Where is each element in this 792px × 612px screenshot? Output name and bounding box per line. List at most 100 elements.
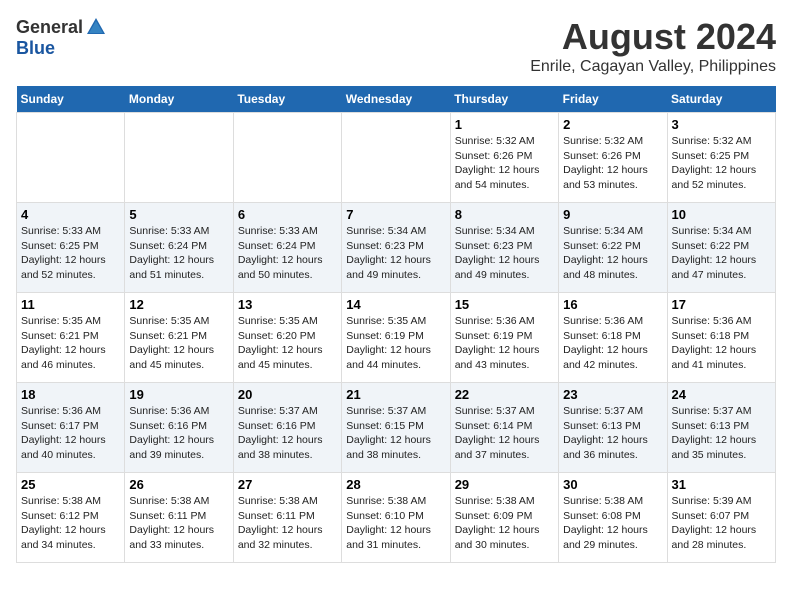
calendar-cell: 31Sunrise: 5:39 AM Sunset: 6:07 PM Dayli… bbox=[667, 473, 775, 563]
day-number: 16 bbox=[563, 297, 662, 312]
week-row-1: 1 Sunrise: 5:32 AM Sunset: 6:26 PM Daylig… bbox=[17, 113, 776, 203]
day-info: Sunrise: 5:38 AM Sunset: 6:11 PM Dayligh… bbox=[129, 494, 228, 553]
day-info: Sunrise: 5:36 AM Sunset: 6:18 PM Dayligh… bbox=[563, 314, 662, 373]
day-header-monday: Monday bbox=[125, 86, 233, 113]
day-number: 20 bbox=[238, 387, 337, 402]
day-info: Sunrise: 5:38 AM Sunset: 6:08 PM Dayligh… bbox=[563, 494, 662, 553]
day-info: Sunrise: 5:37 AM Sunset: 6:16 PM Dayligh… bbox=[238, 404, 337, 463]
calendar-cell: 27 Sunrise: 5:38 AM Sunset: 6:11 PM Dayli… bbox=[233, 473, 341, 563]
calendar-cell: 19 Sunrise: 5:36 AM Sunset: 6:16 PM Dayli… bbox=[125, 383, 233, 473]
day-number: 11 bbox=[21, 297, 120, 312]
calendar-cell bbox=[125, 113, 233, 203]
day-number: 17 bbox=[672, 297, 771, 312]
calendar-cell: 3 Sunrise: 5:32 AM Sunset: 6:25 PM Daylig… bbox=[667, 113, 775, 203]
calendar-cell: 10Sunrise: 5:34 AM Sunset: 6:22 PM Dayli… bbox=[667, 203, 775, 293]
day-number: 6 bbox=[238, 207, 337, 222]
calendar-cell: 7 Sunrise: 5:34 AM Sunset: 6:23 PM Daylig… bbox=[342, 203, 450, 293]
calendar-cell: 22Sunrise: 5:37 AM Sunset: 6:14 PM Dayli… bbox=[450, 383, 558, 473]
calendar-cell: 4 Sunrise: 5:33 AM Sunset: 6:25 PM Daylig… bbox=[17, 203, 125, 293]
calendar-cell: 20 Sunrise: 5:37 AM Sunset: 6:16 PM Dayli… bbox=[233, 383, 341, 473]
calendar-cell: 24Sunrise: 5:37 AM Sunset: 6:13 PM Dayli… bbox=[667, 383, 775, 473]
day-info: Sunrise: 5:38 AM Sunset: 6:10 PM Dayligh… bbox=[346, 494, 445, 553]
day-info: Sunrise: 5:37 AM Sunset: 6:13 PM Dayligh… bbox=[672, 404, 771, 463]
day-number: 7 bbox=[346, 207, 445, 222]
calendar-cell: 2 Sunrise: 5:32 AM Sunset: 6:26 PM Daylig… bbox=[559, 113, 667, 203]
logo-blue-text: Blue bbox=[16, 38, 55, 59]
day-number: 15 bbox=[455, 297, 554, 312]
calendar-cell: 18Sunrise: 5:36 AM Sunset: 6:17 PM Dayli… bbox=[17, 383, 125, 473]
day-header-sunday: Sunday bbox=[17, 86, 125, 113]
day-info: Sunrise: 5:35 AM Sunset: 6:21 PM Dayligh… bbox=[129, 314, 228, 373]
day-info: Sunrise: 5:38 AM Sunset: 6:12 PM Dayligh… bbox=[21, 494, 120, 553]
calendar-cell: 29Sunrise: 5:38 AM Sunset: 6:09 PM Dayli… bbox=[450, 473, 558, 563]
day-header-tuesday: Tuesday bbox=[233, 86, 341, 113]
calendar-cell: 13Sunrise: 5:35 AM Sunset: 6:20 PM Dayli… bbox=[233, 293, 341, 383]
day-info: Sunrise: 5:34 AM Sunset: 6:22 PM Dayligh… bbox=[672, 224, 771, 283]
calendar-table: SundayMondayTuesdayWednesdayThursdayFrid… bbox=[16, 86, 776, 563]
calendar-cell: 11 Sunrise: 5:35 AM Sunset: 6:21 PM Dayli… bbox=[17, 293, 125, 383]
week-row-4: 18Sunrise: 5:36 AM Sunset: 6:17 PM Dayli… bbox=[17, 383, 776, 473]
calendar-cell: 16 Sunrise: 5:36 AM Sunset: 6:18 PM Dayli… bbox=[559, 293, 667, 383]
days-header-row: SundayMondayTuesdayWednesdayThursdayFrid… bbox=[17, 86, 776, 113]
day-info: Sunrise: 5:36 AM Sunset: 6:19 PM Dayligh… bbox=[455, 314, 554, 373]
day-number: 23 bbox=[563, 387, 662, 402]
calendar-header: SundayMondayTuesdayWednesdayThursdayFrid… bbox=[17, 86, 776, 113]
day-header-wednesday: Wednesday bbox=[342, 86, 450, 113]
day-number: 3 bbox=[672, 117, 771, 132]
header: General Blue August 2024 Enrile, Cagayan… bbox=[16, 16, 776, 76]
day-header-saturday: Saturday bbox=[667, 86, 775, 113]
day-info: Sunrise: 5:34 AM Sunset: 6:22 PM Dayligh… bbox=[563, 224, 662, 283]
day-info: Sunrise: 5:34 AM Sunset: 6:23 PM Dayligh… bbox=[455, 224, 554, 283]
day-number: 1 bbox=[455, 117, 554, 132]
day-info: Sunrise: 5:32 AM Sunset: 6:26 PM Dayligh… bbox=[455, 134, 554, 193]
day-info: Sunrise: 5:38 AM Sunset: 6:11 PM Dayligh… bbox=[238, 494, 337, 553]
day-info: Sunrise: 5:36 AM Sunset: 6:16 PM Dayligh… bbox=[129, 404, 228, 463]
day-info: Sunrise: 5:37 AM Sunset: 6:15 PM Dayligh… bbox=[346, 404, 445, 463]
calendar-cell: 5 Sunrise: 5:33 AM Sunset: 6:24 PM Daylig… bbox=[125, 203, 233, 293]
calendar-cell: 17 Sunrise: 5:36 AM Sunset: 6:18 PM Dayli… bbox=[667, 293, 775, 383]
logo-general-text: General bbox=[16, 17, 83, 38]
day-number: 4 bbox=[21, 207, 120, 222]
calendar-cell bbox=[233, 113, 341, 203]
day-info: Sunrise: 5:35 AM Sunset: 6:19 PM Dayligh… bbox=[346, 314, 445, 373]
day-info: Sunrise: 5:33 AM Sunset: 6:25 PM Dayligh… bbox=[21, 224, 120, 283]
day-info: Sunrise: 5:36 AM Sunset: 6:18 PM Dayligh… bbox=[672, 314, 771, 373]
day-number: 5 bbox=[129, 207, 228, 222]
page-subtitle: Enrile, Cagayan Valley, Philippines bbox=[530, 58, 776, 76]
day-header-friday: Friday bbox=[559, 86, 667, 113]
day-info: Sunrise: 5:39 AM Sunset: 6:07 PM Dayligh… bbox=[672, 494, 771, 553]
calendar-cell: 8 Sunrise: 5:34 AM Sunset: 6:23 PM Daylig… bbox=[450, 203, 558, 293]
calendar-cell: 23Sunrise: 5:37 AM Sunset: 6:13 PM Dayli… bbox=[559, 383, 667, 473]
calendar-cell: 25 Sunrise: 5:38 AM Sunset: 6:12 PM Dayli… bbox=[17, 473, 125, 563]
day-info: Sunrise: 5:32 AM Sunset: 6:26 PM Dayligh… bbox=[563, 134, 662, 193]
logo: General Blue bbox=[16, 16, 107, 59]
calendar-cell: 15 Sunrise: 5:36 AM Sunset: 6:19 PM Dayli… bbox=[450, 293, 558, 383]
day-number: 27 bbox=[238, 477, 337, 492]
calendar-body: 1 Sunrise: 5:32 AM Sunset: 6:26 PM Daylig… bbox=[17, 113, 776, 563]
calendar-cell: 12Sunrise: 5:35 AM Sunset: 6:21 PM Dayli… bbox=[125, 293, 233, 383]
day-number: 25 bbox=[21, 477, 120, 492]
calendar-cell: 6Sunrise: 5:33 AM Sunset: 6:24 PM Daylig… bbox=[233, 203, 341, 293]
day-info: Sunrise: 5:35 AM Sunset: 6:21 PM Dayligh… bbox=[21, 314, 120, 373]
day-number: 14 bbox=[346, 297, 445, 312]
day-number: 28 bbox=[346, 477, 445, 492]
day-info: Sunrise: 5:32 AM Sunset: 6:25 PM Dayligh… bbox=[672, 134, 771, 193]
calendar-cell: 28 Sunrise: 5:38 AM Sunset: 6:10 PM Dayli… bbox=[342, 473, 450, 563]
title-area: August 2024 Enrile, Cagayan Valley, Phil… bbox=[530, 16, 776, 76]
day-number: 2 bbox=[563, 117, 662, 132]
calendar-cell bbox=[342, 113, 450, 203]
day-number: 21 bbox=[346, 387, 445, 402]
calendar-cell: 21 Sunrise: 5:37 AM Sunset: 6:15 PM Dayli… bbox=[342, 383, 450, 473]
day-info: Sunrise: 5:38 AM Sunset: 6:09 PM Dayligh… bbox=[455, 494, 554, 553]
day-info: Sunrise: 5:33 AM Sunset: 6:24 PM Dayligh… bbox=[129, 224, 228, 283]
day-number: 18 bbox=[21, 387, 120, 402]
day-info: Sunrise: 5:34 AM Sunset: 6:23 PM Dayligh… bbox=[346, 224, 445, 283]
calendar-cell: 26Sunrise: 5:38 AM Sunset: 6:11 PM Dayli… bbox=[125, 473, 233, 563]
day-number: 8 bbox=[455, 207, 554, 222]
day-number: 19 bbox=[129, 387, 228, 402]
week-row-5: 25 Sunrise: 5:38 AM Sunset: 6:12 PM Dayli… bbox=[17, 473, 776, 563]
week-row-2: 4 Sunrise: 5:33 AM Sunset: 6:25 PM Daylig… bbox=[17, 203, 776, 293]
page-title: August 2024 bbox=[530, 16, 776, 58]
calendar-cell: 30Sunrise: 5:38 AM Sunset: 6:08 PM Dayli… bbox=[559, 473, 667, 563]
day-number: 13 bbox=[238, 297, 337, 312]
